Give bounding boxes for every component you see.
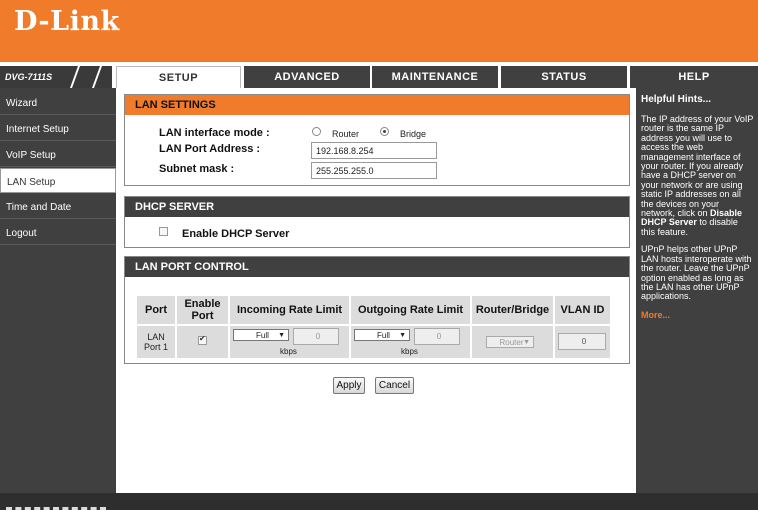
table-header-row: Port Enable Port Incoming Rate Limit Out… (137, 296, 610, 324)
outgoing-cell: Full ▼ 0 kbps (351, 326, 470, 358)
header-bar: D-Link (0, 0, 758, 62)
col-header-port: Port (137, 296, 175, 324)
col-header-router-bridge: Router/Bridge (472, 296, 553, 324)
tab-maintenance[interactable]: MAINTENANCE (372, 66, 498, 88)
subnet-mask-field[interactable]: 255.255.255.0 (311, 162, 437, 179)
chevron-down-icon: ▼ (523, 339, 530, 346)
sidebar-item-voip-setup[interactable]: VoIP Setup (0, 142, 116, 167)
lan-port-control-section: LAN PORT CONTROL Port Enable Port Incomi… (124, 256, 630, 364)
main-content: LAN SETTINGS LAN interface mode : Router… (116, 88, 636, 493)
chevron-down-icon: ▼ (278, 332, 285, 339)
model-label: DVG-7111S (0, 66, 112, 88)
apply-button[interactable]: Apply (333, 377, 365, 394)
section-title: DHCP SERVER (125, 197, 629, 217)
vlan-id-field[interactable]: 0 (558, 333, 606, 350)
sidebar-item-time-and-date[interactable]: Time and Date (0, 194, 116, 219)
col-header-outgoing: Outgoing Rate Limit (351, 296, 470, 324)
helpful-hints-panel: Helpful Hints... The IP address of your … (636, 88, 758, 493)
hints-paragraph-upnp: UPnP helps other UPnP LAN hosts interope… (641, 244, 752, 302)
tab-status[interactable]: STATUS (501, 66, 627, 88)
outgoing-mode-value: Full (377, 331, 390, 340)
col-header-vlan-id: VLAN ID (555, 296, 610, 324)
incoming-mode-select[interactable]: Full ▼ (233, 329, 289, 341)
port-name: LAN Port 1 (143, 332, 168, 352)
subnet-mask-label: Subnet mask : (159, 163, 235, 175)
sidebar-item-wizard[interactable]: Wizard (0, 90, 116, 115)
incoming-mode-value: Full (256, 331, 269, 340)
table-row: LAN Port 1 Full ▼ 0 kbps Full ▼ 0 kbps Rou… (137, 326, 610, 358)
col-header-enable-port: Enable Port (177, 296, 228, 324)
router-admin-page: D-Link DVG-7111S SETUP ADVANCED MAINTENA… (0, 0, 758, 510)
incoming-rate-field[interactable]: 0 (293, 328, 339, 345)
router-bridge-select[interactable]: Router ▼ (486, 336, 534, 348)
model-slash-decoration (69, 66, 103, 88)
incoming-unit-label: kbps (280, 347, 297, 356)
router-radio-label: Router (332, 129, 360, 139)
router-bridge-value: Router (499, 338, 524, 347)
sidebar: Wizard Internet Setup VoIP Setup LAN Set… (0, 88, 116, 493)
more-link[interactable]: More... (641, 310, 754, 320)
outgoing-unit-label: kbps (401, 347, 418, 356)
model-text: DVG-7111S (5, 72, 53, 82)
router-bridge-cell: Router ▼ (472, 326, 553, 358)
hints-paragraph-dhcp: The IP address of your VoIP router is th… (641, 114, 754, 237)
enable-dhcp-label: Enable DHCP Server (182, 228, 290, 240)
tab-setup[interactable]: SETUP (116, 66, 241, 89)
bridge-radio-label: Bridge (400, 129, 427, 139)
col-header-incoming: Incoming Rate Limit (230, 296, 349, 324)
dhcp-server-section: DHCP SERVER Enable DHCP Server (124, 196, 630, 248)
router-radio[interactable] (312, 127, 321, 136)
bridge-radio[interactable] (380, 127, 389, 136)
lan-port-table: Port Enable Port Incoming Rate Limit Out… (135, 294, 612, 360)
hints-title: Helpful Hints... (641, 94, 711, 105)
chevron-down-icon: ▼ (399, 332, 406, 339)
section-title: LAN SETTINGS (125, 95, 629, 115)
sidebar-item-internet-setup[interactable]: Internet Setup (0, 116, 116, 141)
tab-help[interactable]: HELP (630, 66, 758, 88)
tab-advanced[interactable]: ADVANCED (244, 66, 370, 88)
port-cell: LAN Port 1 (137, 326, 175, 358)
vlan-id-cell: 0 (555, 326, 610, 358)
sidebar-item-logout[interactable]: Logout (0, 220, 116, 245)
enable-dhcp-checkbox[interactable] (159, 227, 168, 236)
lan-address-label: LAN Port Address : (159, 143, 261, 155)
hints-text: The IP address of your VoIP router is th… (641, 114, 754, 219)
section-title: LAN PORT CONTROL (125, 257, 629, 277)
lan-mode-label: LAN interface mode : (159, 127, 270, 139)
outgoing-mode-select[interactable]: Full ▼ (354, 329, 410, 341)
footer-bar (0, 493, 758, 510)
outgoing-rate-field[interactable]: 0 (414, 328, 460, 345)
lan-settings-section: LAN SETTINGS LAN interface mode : Router… (124, 94, 630, 186)
dlink-logo: D-Link (14, 6, 120, 37)
enable-port-cell (177, 326, 228, 358)
sidebar-item-lan-setup[interactable]: LAN Setup (0, 168, 116, 193)
lan-address-field[interactable]: 192.168.8.254 (311, 142, 437, 159)
enable-port-checkbox[interactable] (198, 334, 207, 345)
cancel-button[interactable]: Cancel (375, 377, 414, 394)
incoming-cell: Full ▼ 0 kbps (230, 326, 349, 358)
